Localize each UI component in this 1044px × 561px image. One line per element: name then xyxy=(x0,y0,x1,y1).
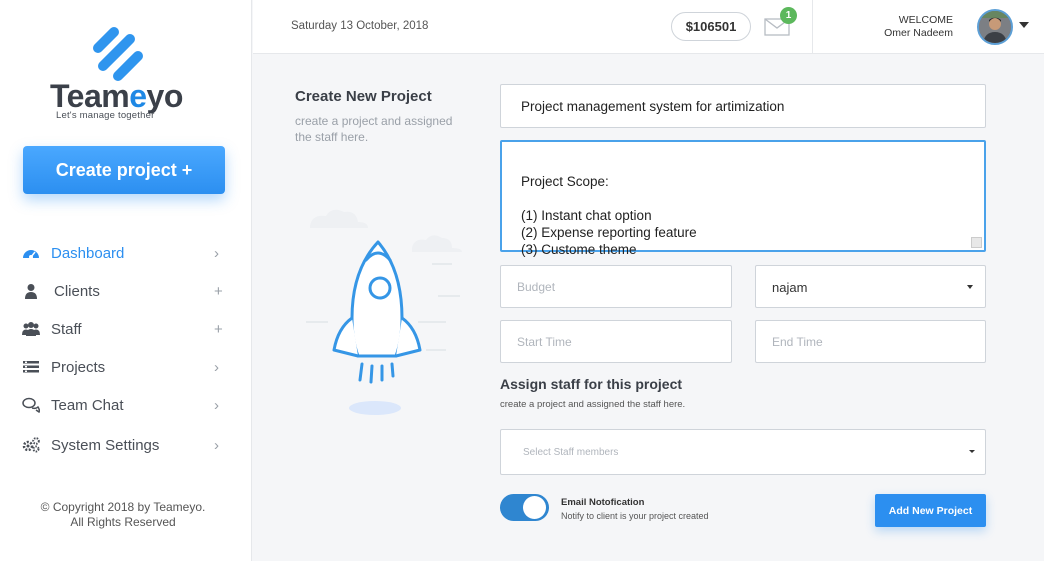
plus-icon: + xyxy=(214,282,223,300)
chevron-right-icon: › xyxy=(214,396,219,414)
header-divider xyxy=(812,0,813,54)
start-time-placeholder: Start Time xyxy=(517,335,572,349)
welcome-block: WELCOME Omer Nadeem xyxy=(853,14,953,40)
copyright-line: © Copyright 2018 by Teameyo. xyxy=(40,500,206,514)
sidebar-item-label: Projects xyxy=(51,358,106,376)
chevron-right-icon: › xyxy=(214,358,219,376)
chevron-right-icon: › xyxy=(214,436,219,454)
add-new-project-button[interactable]: Add New Project xyxy=(875,494,986,527)
start-time-input[interactable]: Start Time xyxy=(500,320,732,363)
budget-input[interactable]: Budget xyxy=(500,265,732,308)
rocket-illustration-icon xyxy=(306,209,462,415)
dashboard-icon xyxy=(23,250,39,259)
current-date: Saturday 13 October, 2018 xyxy=(291,20,429,32)
sidebar: Teameyo Let's manage together Create pro… xyxy=(0,0,252,561)
sidebar-item-dashboard[interactable]: Dashboard › xyxy=(0,234,252,272)
budget-placeholder: Budget xyxy=(517,280,556,294)
user-icon xyxy=(25,284,37,299)
gears-icon xyxy=(22,437,40,453)
assign-staff-subtitle: create a project and assigned the staff … xyxy=(500,399,686,410)
users-icon xyxy=(22,322,40,336)
logo-tagline: Let's manage together xyxy=(56,110,155,121)
sidebar-item-projects[interactable]: Projects › xyxy=(0,348,252,386)
chat-icon xyxy=(22,397,40,413)
sidebar-item-team-chat[interactable]: Team Chat › xyxy=(0,386,252,424)
logo-mark-icon xyxy=(93,27,143,81)
staff-members-select[interactable]: Select Staff members xyxy=(500,429,986,475)
user-name: Omer Nadeem xyxy=(884,27,953,39)
assign-staff-heading: Assign staff for this project xyxy=(500,376,683,392)
page-subtitle: create a project and assigned the staff … xyxy=(295,114,453,144)
sidebar-item-label: Staff xyxy=(51,320,82,338)
email-notification-toggle[interactable] xyxy=(500,494,549,521)
dropdown-arrow-icon xyxy=(969,450,975,453)
sidebar-item-label: System Settings xyxy=(51,436,160,454)
create-project-button[interactable]: Create project + xyxy=(23,146,225,194)
project-title-value: Project management system for artimizati… xyxy=(521,99,785,114)
user-menu-caret-icon[interactable] xyxy=(1019,22,1029,28)
sidebar-item-system-settings[interactable]: System Settings › xyxy=(0,426,252,464)
project-scope-value: Project Scope: (1) Instant chat option (… xyxy=(521,174,697,257)
project-title-input[interactable]: Project management system for artimizati… xyxy=(500,84,986,128)
resize-handle-icon[interactable] xyxy=(971,237,982,248)
teameyo-logo[interactable]: Teameyo Let's manage together xyxy=(50,22,210,122)
mail-count-badge: 1 xyxy=(780,7,797,24)
chevron-right-icon: › xyxy=(214,244,219,262)
dropdown-arrow-icon xyxy=(967,285,973,289)
avatar[interactable] xyxy=(977,9,1013,45)
assignee-value: najam xyxy=(772,280,808,295)
sidebar-item-label: Team Chat xyxy=(51,396,124,414)
sidebar-item-clients[interactable]: Clients + xyxy=(0,272,252,310)
end-time-input[interactable]: End Time xyxy=(755,320,986,363)
top-header: Saturday 13 October, 2018 $106501 1 WELC… xyxy=(253,0,1044,54)
email-notification-label: Email Notofication xyxy=(561,497,645,508)
sidebar-item-label: Dashboard xyxy=(51,244,125,262)
list-icon xyxy=(23,361,39,373)
end-time-placeholder: End Time xyxy=(772,335,823,349)
page-title: Create New Project xyxy=(295,88,432,105)
sidebar-item-staff[interactable]: Staff + xyxy=(0,310,252,348)
copyright: © Copyright 2018 by Teameyo. All Rights … xyxy=(0,500,246,530)
balance-pill[interactable]: $106501 xyxy=(671,12,751,41)
assignee-select[interactable]: najam xyxy=(755,265,986,308)
copyright-line: All Rights Reserved xyxy=(70,515,176,529)
staff-members-placeholder: Select Staff members xyxy=(523,447,619,458)
project-scope-textarea[interactable]: Project Scope: (1) Instant chat option (… xyxy=(500,140,986,257)
plus-icon: + xyxy=(214,320,223,338)
toggle-knob xyxy=(523,496,546,519)
email-notification-description: Notify to client is your project created xyxy=(561,511,709,521)
avatar-image xyxy=(979,11,1011,43)
welcome-label: WELCOME xyxy=(898,14,953,26)
sidebar-item-label: Clients xyxy=(54,282,100,300)
